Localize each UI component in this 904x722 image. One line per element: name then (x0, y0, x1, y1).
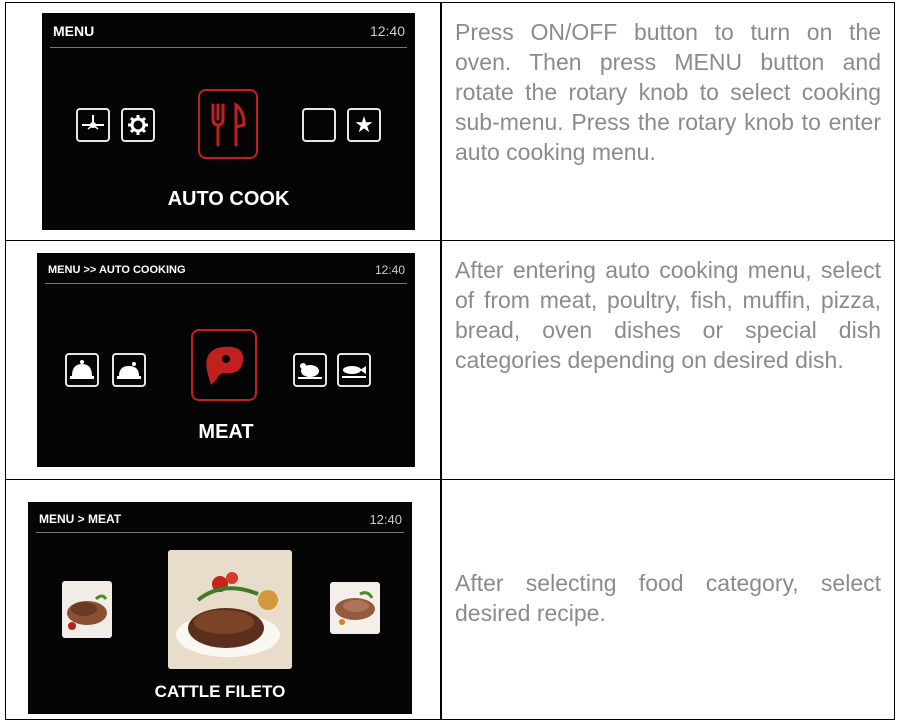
covered-dish-icon (65, 353, 99, 387)
screen-divider (45, 283, 407, 284)
food-main-image (168, 550, 292, 669)
table-row: MENU >> AUTO COOKING 12:40 MEAT After en… (6, 241, 894, 480)
instruction-text: Press ON/OFF button to turn on the oven.… (455, 19, 881, 165)
column-divider (440, 3, 442, 719)
fish-icon (337, 353, 371, 387)
table-row: MENU > MEAT 12:40 CATTLE FILETO After se… (6, 480, 894, 719)
poultry-icon (293, 353, 327, 387)
star-icon: ★ (347, 108, 381, 142)
timer-fan-icon (76, 108, 110, 142)
food-thumbnail-left (62, 581, 112, 638)
screen-label: MEAT (198, 421, 254, 443)
blank-icon (302, 108, 336, 142)
screen-title: MENU > MEAT (39, 512, 122, 526)
meat-icon (191, 329, 257, 401)
oven-screen: MENU > MEAT 12:40 CATTLE FILETO (28, 502, 412, 714)
instruction-table: MENU 12:40 ★ AUTO COOK Press ON/OFF butt… (5, 2, 895, 720)
oven-screen: MENU 12:40 ★ AUTO COOK (42, 13, 415, 230)
gear-icon (121, 108, 155, 142)
cutlery-icon (198, 89, 258, 159)
roast-dish-icon (112, 353, 146, 387)
screen-time: 12:40 (369, 23, 405, 39)
screen-time: 12:40 (374, 263, 405, 277)
oven-screen: MENU >> AUTO COOKING 12:40 MEAT (37, 253, 415, 467)
screen-title: MENU >> AUTO COOKING (48, 264, 186, 276)
food-thumbnail-right (330, 582, 380, 634)
instruction-text: After selecting food category, select de… (455, 570, 881, 626)
instruction-text: After entering auto cooking menu, select… (455, 257, 881, 373)
screen-time: 12:40 (369, 512, 402, 527)
screen-label: AUTO COOK (167, 188, 290, 210)
table-row: MENU 12:40 ★ AUTO COOK Press ON/OFF butt… (6, 3, 894, 241)
screen-divider (36, 532, 404, 533)
screen-title: MENU (53, 23, 95, 39)
screen-divider (50, 47, 407, 48)
screen-label: CATTLE FILETO (154, 682, 286, 701)
